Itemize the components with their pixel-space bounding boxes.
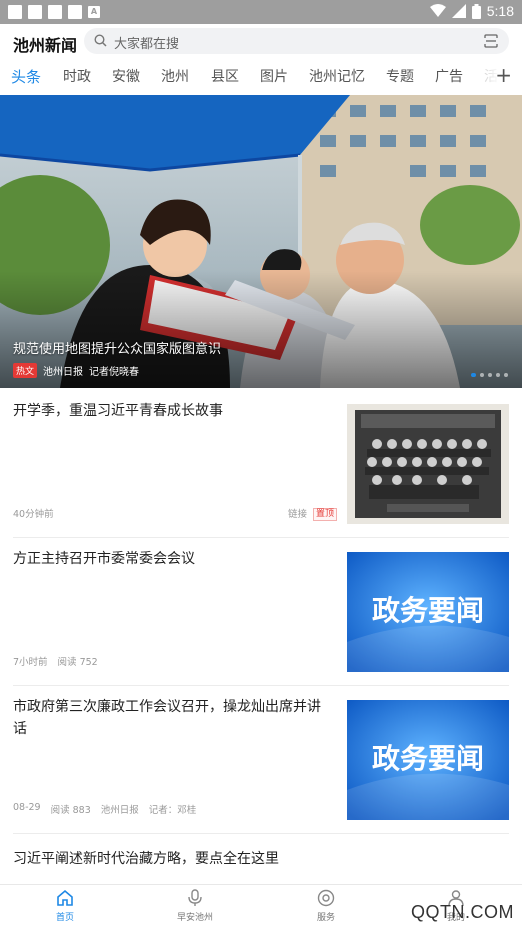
nav-home[interactable]: 首页: [25, 889, 105, 923]
news-reads: 阅读 883: [50, 805, 91, 816]
tab-pictures[interactable]: 图片: [260, 66, 288, 86]
pinned-badge: 置顶: [313, 508, 338, 521]
search-placeholder: 大家都在搜: [114, 37, 180, 52]
carousel-dot: [496, 373, 500, 377]
news-item[interactable]: 市政府第三次廉政工作会议召开，操龙灿出席并讲话 08-29 阅读 883 池州日…: [0, 686, 522, 834]
news-link-label: 链接: [288, 509, 308, 520]
news-thumbnail: 政务要闻: [347, 700, 509, 820]
wifi-icon: [429, 4, 446, 17]
news-thumbnail: 政务要闻: [347, 552, 509, 672]
service-icon: [317, 889, 335, 907]
news-author: 记者：邓桂: [148, 805, 197, 816]
carousel-dot: [480, 373, 484, 377]
add-channel-icon[interactable]: +: [495, 63, 512, 87]
nav-morning[interactable]: 早安池州: [155, 889, 235, 923]
news-meta: 7小时前 阅读 752: [13, 654, 98, 668]
nav-label: 早安池州: [176, 913, 213, 923]
clock: 5:18: [486, 3, 514, 19]
news-reads: 阅读 752: [57, 657, 98, 668]
tab-anhui[interactable]: 安徽: [112, 66, 140, 86]
app-header: 池州新闻 大家都在搜: [0, 24, 522, 58]
news-meta: 08-29 阅读 883 池州日报 记者：邓桂: [13, 802, 196, 816]
tab-topics[interactable]: 专题: [386, 66, 414, 86]
search-bar[interactable]: 大家都在搜: [84, 28, 509, 54]
divider: [13, 833, 509, 834]
nav-label: 服务: [316, 913, 335, 923]
government-news-image: 政务要闻: [347, 700, 509, 820]
carousel-dot: [504, 373, 508, 377]
search-icon: [94, 34, 107, 47]
thumb-text: 政务要闻: [372, 742, 484, 775]
group-photo-image: [347, 404, 509, 524]
channel-tabs: 头条 时政 安徽 池州 县区 图片 池州记忆 专题 广告 活 +: [0, 60, 522, 92]
news-time: 7小时前: [13, 657, 48, 668]
news-meta: 40分钟前: [13, 506, 54, 520]
app-notification-icon: A: [88, 6, 100, 18]
tab-headline[interactable]: 头条: [11, 66, 41, 87]
scan-icon[interactable]: [483, 33, 499, 49]
nav-label: 首页: [55, 913, 74, 923]
news-title: 开学季，重温习近平青春成长故事: [13, 403, 223, 419]
notification-icon: [28, 5, 42, 19]
carousel-indicator: [471, 373, 508, 377]
status-bar: A 5:18: [0, 0, 522, 24]
hero-banner[interactable]: 规范使用地图提升公众国家版图意识 热文 池州日报 记者倪晓春: [0, 95, 522, 388]
nav-service[interactable]: 服务: [286, 889, 366, 923]
carousel-dot: [488, 373, 492, 377]
tab-ads[interactable]: 广告: [435, 66, 463, 86]
microphone-icon: [188, 889, 202, 906]
watermark-logo: QQTN.COM: [411, 902, 514, 922]
notification-icon: [48, 5, 62, 19]
tab-county[interactable]: 县区: [211, 66, 239, 86]
news-item[interactable]: 方正主持召开市委常委会会议 7小时前 阅读 752 政务要闻: [0, 538, 522, 686]
news-title: 方正主持召开市委常委会会议: [13, 551, 195, 567]
thumb-text: 政务要闻: [372, 594, 484, 627]
hero-author: 记者倪晓春: [89, 367, 140, 378]
battery-icon: [471, 3, 481, 19]
tab-chizhou[interactable]: 池州: [161, 66, 189, 86]
hot-badge: 热文: [13, 363, 38, 378]
hero-caption: 规范使用地图提升公众国家版图意识: [13, 342, 222, 357]
notification-icon: [68, 5, 82, 19]
news-time: 08-29: [13, 802, 41, 813]
tab-memory[interactable]: 池州记忆: [309, 66, 365, 86]
news-thumbnail: [347, 404, 509, 524]
news-item[interactable]: 习近平阐述新时代治藏方略，要点全在这里: [0, 836, 522, 882]
carousel-dot: [471, 373, 476, 377]
notification-icons: A: [8, 5, 100, 19]
hero-meta: 热文 池州日报 记者倪晓春: [13, 363, 139, 378]
news-title: 习近平阐述新时代治藏方略，要点全在这里: [13, 851, 279, 867]
home-icon: [57, 889, 73, 906]
app-title: 池州新闻: [13, 36, 78, 55]
news-source: 池州日报: [100, 805, 139, 816]
tab-politics[interactable]: 时政: [63, 66, 91, 86]
news-time: 40分钟前: [13, 509, 54, 520]
government-news-image: 政务要闻: [347, 552, 509, 672]
signal-icon: [451, 4, 466, 18]
news-item[interactable]: 开学季，重温习近平青春成长故事 40分钟前 链接 置顶: [0, 390, 522, 538]
notification-icon: [8, 5, 22, 19]
hero-source: 池州日报: [43, 367, 84, 378]
news-title: 市政府第三次廉政工作会议召开，操龙灿出席并讲话: [13, 699, 321, 737]
